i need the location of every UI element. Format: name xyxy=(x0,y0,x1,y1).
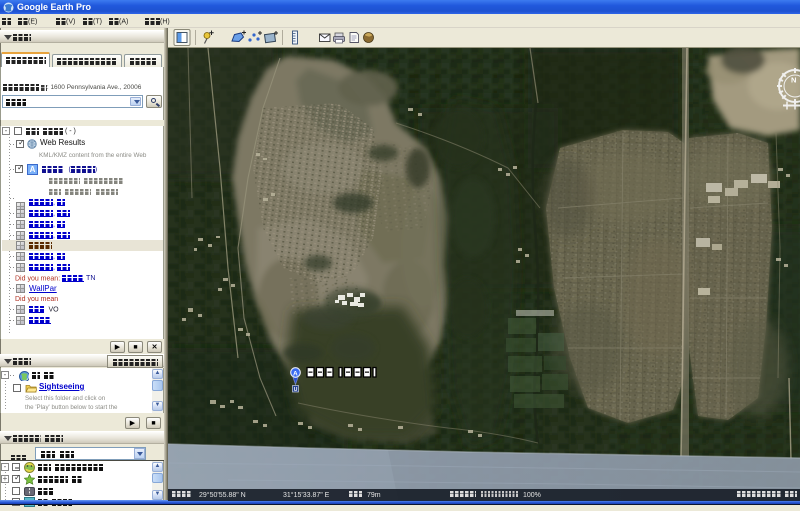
svg-text:U: U xyxy=(294,387,298,393)
svg-text:A: A xyxy=(293,371,298,378)
svg-text:N: N xyxy=(791,76,796,85)
